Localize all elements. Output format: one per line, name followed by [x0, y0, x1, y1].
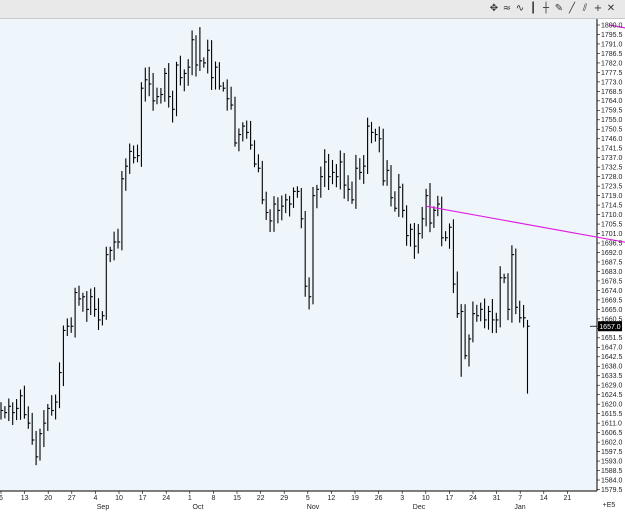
toolbar-buttons: ✥ ≈ ∿ ┃ ┼ ✎ ╱ ⫽ + ✕ — [488, 2, 617, 15]
chart-window: BCDE 1800.01795.51791.01786.51782.01777.… — [0, 0, 625, 513]
price-tick-label: 1746.0 — [601, 136, 623, 143]
price-tick-label: 1620.0 — [601, 402, 623, 409]
price-tick-label: 1669.5 — [601, 297, 623, 304]
channel-icon[interactable]: ⫽ — [579, 2, 591, 15]
price-tick-label: 1611.0 — [601, 421, 622, 428]
date-tick-label: 29 — [280, 495, 288, 502]
price-tick-label: 1768.5 — [601, 89, 623, 96]
price-tick-label: 1683.0 — [601, 269, 623, 276]
date-tick-label: 4 — [93, 495, 97, 502]
date-tick-label: 15 — [233, 495, 241, 502]
price-tick-label: 1597.5 — [601, 449, 623, 456]
wave-icon[interactable]: ≈ — [501, 2, 513, 15]
date-tick-label: 31 — [493, 495, 501, 502]
price-tick-label: 1732.5 — [601, 165, 623, 172]
date-tick-label: 10 — [422, 495, 430, 502]
last-price-label: 1657.0 — [599, 324, 621, 331]
price-tick-label: 1773.0 — [601, 79, 623, 86]
chart-toolbar: ✥ ≈ ∿ ┃ ┼ ✎ ╱ ⫽ + ✕ — [0, 0, 625, 19]
close-icon[interactable]: ✕ — [605, 2, 617, 15]
price-tick-label: 1795.5 — [601, 32, 623, 39]
price-tick-label: 1764.0 — [601, 98, 623, 105]
price-tick-label: 1696.5 — [601, 240, 623, 247]
date-tick-label: 27 — [68, 495, 76, 502]
price-tick-label: 1719.0 — [601, 193, 623, 200]
date-tick-label: 22 — [257, 495, 265, 502]
price-tick-label: 1714.5 — [601, 203, 623, 210]
price-tick-label: 1782.0 — [601, 60, 623, 67]
price-tick-label: 1705.5 — [601, 221, 623, 228]
pencil-icon[interactable]: ✎ — [553, 2, 565, 15]
price-tick-label: 1755.0 — [601, 117, 623, 124]
date-tick-label: 10 — [115, 495, 123, 502]
price-tick-label: 1638.0 — [601, 364, 623, 371]
price-tick-label: 1633.5 — [601, 373, 623, 380]
price-tick-label: 1701.0 — [601, 231, 623, 238]
price-tick-label: 1588.5 — [601, 468, 623, 475]
price-tick-label: 1750.5 — [601, 127, 623, 134]
pan-icon[interactable]: ✥ — [488, 2, 500, 15]
wave-alt-icon[interactable]: ∿ — [514, 2, 526, 15]
price-tick-label: 1723.5 — [601, 184, 623, 191]
time-unit-label: +E5 — [603, 502, 616, 509]
price-tick-label: 1800.0 — [601, 22, 623, 29]
price-tick-label: 1678.5 — [601, 278, 623, 285]
month-label: Nov — [307, 504, 320, 511]
crosshair-icon[interactable]: + — [592, 2, 604, 15]
price-tick-label: 1615.5 — [601, 411, 623, 418]
plot-area — [0, 18, 597, 491]
date-tick-label: 13 — [21, 495, 29, 502]
date-tick-label: 17 — [139, 495, 147, 502]
date-tick-label: 19 — [351, 495, 359, 502]
date-tick-label: 21 — [564, 495, 572, 502]
date-tick-label: 1 — [188, 495, 192, 502]
date-tick-label: 14 — [540, 495, 548, 502]
price-tick-label: 1606.5 — [601, 430, 623, 437]
date-tick-label: 26 — [375, 495, 383, 502]
date-tick-label: 3 — [400, 495, 404, 502]
price-tick-label: 1791.0 — [601, 41, 623, 48]
month-label: Dec — [413, 504, 426, 511]
price-tick-label: 1687.5 — [601, 259, 623, 266]
price-tick-label: 1737.0 — [601, 155, 623, 162]
month-label: Jan — [514, 504, 525, 511]
date-tick-label: 7 — [518, 495, 522, 502]
price-tick-label: 1651.5 — [601, 335, 623, 342]
price-tick-label: 1579.5 — [601, 487, 623, 494]
price-tick-label: 1642.5 — [601, 354, 623, 361]
ohlc-icon[interactable]: ┼ — [540, 2, 552, 15]
date-tick-label: 8 — [211, 495, 215, 502]
date-tick-label: 24 — [162, 495, 170, 502]
price-tick-label: 1602.0 — [601, 440, 623, 447]
price-tick-label: 1593.0 — [601, 458, 623, 465]
price-tick-label: 1741.5 — [601, 146, 623, 153]
price-tick-label: 1584.0 — [601, 477, 623, 484]
candle-icon[interactable]: ┃ — [527, 2, 539, 15]
price-tick-label: 1710.0 — [601, 212, 623, 219]
date-tick-label: 5 — [306, 495, 310, 502]
price-tick-label: 1665.0 — [601, 307, 623, 314]
price-tick-label: 1777.5 — [601, 70, 623, 77]
date-tick-label: 17 — [446, 495, 454, 502]
price-tick-label: 1759.5 — [601, 108, 623, 115]
price-tick-label: 1647.0 — [601, 345, 623, 352]
month-label: Oct — [193, 504, 204, 511]
month-label: Sep — [97, 504, 110, 511]
price-tick-label: 1674.0 — [601, 288, 623, 295]
date-tick-label: 12 — [328, 495, 336, 502]
price-tick-label: 1624.5 — [601, 392, 623, 399]
price-tick-label: 1629.0 — [601, 383, 623, 390]
price-tick-label: 1692.0 — [601, 250, 623, 257]
date-tick-label: 20 — [44, 495, 52, 502]
trendline-icon[interactable]: ╱ — [566, 2, 578, 15]
price-tick-label: 1728.0 — [601, 174, 623, 181]
date-tick-label: 24 — [469, 495, 477, 502]
date-tick-label: 6 — [0, 495, 3, 502]
price-chart[interactable]: BCDE 1800.01795.51791.01786.51782.01777.… — [0, 0, 625, 513]
price-tick-label: 1786.5 — [601, 51, 623, 58]
